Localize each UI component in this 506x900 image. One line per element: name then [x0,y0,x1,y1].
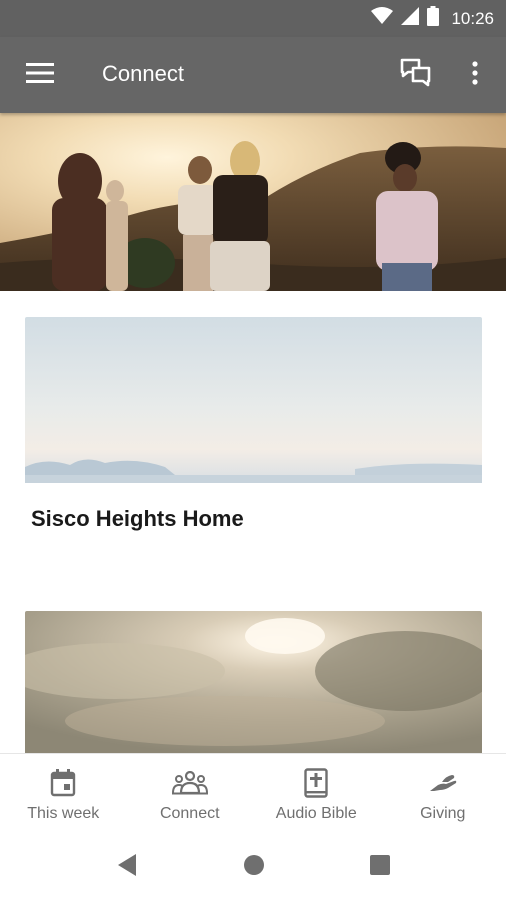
nav-item-giving[interactable]: Giving [380,754,506,833]
signal-icon [401,7,420,30]
more-options-button[interactable] [460,55,490,95]
group-card[interactable]: Sisco Heights Home [25,317,482,532]
nav-label: Connect [159,805,220,822]
chat-button[interactable] [396,55,436,95]
card-image [25,611,482,758]
nav-item-this-week[interactable]: This week [0,754,127,833]
nav-label: This week [27,805,100,822]
calendar-icon [50,768,76,798]
app-bar: Connect [0,37,506,113]
nav-label: Giving [420,805,466,822]
hero-image [0,113,506,291]
nav-item-audio-bible[interactable]: Audio Bible [253,754,380,833]
nav-label: Audio Bible [275,805,357,822]
bottom-navigation: This week Connect Audio Bible Giving [0,753,506,833]
menu-button[interactable] [20,57,60,93]
page-title: Connect [102,61,184,86]
home-icon [243,854,265,881]
group-icon [171,768,208,798]
chat-icon [400,58,432,93]
recents-icon [369,854,391,881]
more-vert-icon [472,60,478,90]
nav-item-connect[interactable]: Connect [127,754,254,833]
giving-hand-icon [428,768,458,798]
card-image [25,317,482,488]
back-icon [116,853,138,882]
wifi-icon [371,7,394,30]
status-icons: 10:26 [371,0,494,37]
recents-button[interactable] [366,853,394,881]
home-button[interactable] [240,853,268,881]
battery-icon [427,6,440,31]
card-title: Sisco Heights Home [31,506,244,531]
bible-icon [304,768,328,798]
status-time: 10:26 [451,8,494,28]
system-navigation-bar [0,833,506,900]
status-bar: 10:26 [0,0,506,37]
group-card[interactable] [25,611,482,758]
menu-icon [26,62,54,88]
back-button[interactable] [113,853,141,881]
